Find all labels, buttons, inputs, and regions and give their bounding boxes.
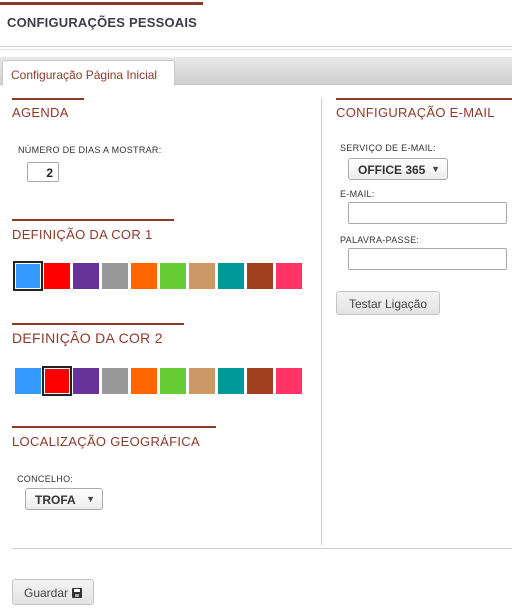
- save-button-label: Guardar: [23, 586, 69, 600]
- county-select-value: TROFA: [35, 493, 76, 507]
- county-label: CONCELHO:: [17, 474, 74, 484]
- page-header: CONFIGURAÇÕES PESSOAIS: [0, 0, 512, 50]
- color2-section-title: DEFINIÇÃO DA COR 2: [12, 330, 163, 346]
- color1-section-title: DEFINIÇÃO DA COR 1: [12, 227, 153, 242]
- save-icon: [72, 588, 83, 598]
- days-input[interactable]: 2: [27, 162, 59, 182]
- tab-home-page-settings[interactable]: Configuração Página Inicial: [2, 60, 175, 86]
- header-accent-bar: [0, 2, 203, 5]
- location-section-title: LOCALIZAÇÃO GEOGRÁFICA: [12, 434, 200, 449]
- password-label: PALAVRA-PASSE:: [340, 235, 420, 245]
- password-field[interactable]: [348, 248, 507, 270]
- color1-swatch-3[interactable]: [73, 263, 99, 289]
- email-service-value: OFFICE 365: [358, 163, 426, 177]
- color2-swatch-10[interactable]: [276, 368, 302, 394]
- color1-swatch-10[interactable]: [276, 263, 302, 289]
- color2-swatch-7[interactable]: [189, 368, 215, 394]
- footer-divider: [12, 548, 512, 549]
- color2-swatch-5[interactable]: [131, 368, 157, 394]
- test-connection-button[interactable]: Testar Ligação: [336, 291, 440, 315]
- email-section-title: CONFIGURAÇÃO E-MAIL: [336, 105, 495, 120]
- email-label: E-MAIL:: [340, 189, 375, 199]
- color1-swatch-4[interactable]: [102, 263, 128, 289]
- header-divider-secondary: [0, 49, 512, 50]
- column-divider: [321, 98, 322, 545]
- test-connection-label: Testar Ligação: [348, 297, 428, 311]
- days-label: NÚMERO DE DIAS A MOSTRAR:: [18, 145, 162, 155]
- location-accent-bar: [12, 426, 216, 428]
- chevron-down-icon: ▼: [431, 164, 440, 174]
- tab-bar: Configuração Página Inicial: [0, 57, 512, 86]
- color1-swatch-9[interactable]: [247, 263, 273, 289]
- color2-swatch-1[interactable]: [15, 368, 41, 394]
- color1-accent-bar: [12, 219, 174, 221]
- page-title: CONFIGURAÇÕES PESSOAIS: [7, 15, 198, 30]
- email-service-select[interactable]: OFFICE 365 ▼: [348, 158, 448, 180]
- color1-swatch-6[interactable]: [160, 263, 186, 289]
- save-button[interactable]: Guardar: [12, 579, 94, 605]
- color1-swatch-8[interactable]: [218, 263, 244, 289]
- color2-swatch-4[interactable]: [102, 368, 128, 394]
- county-select[interactable]: TROFA ▼: [25, 488, 103, 510]
- color2-accent-bar: [12, 323, 184, 325]
- email-field[interactable]: [348, 202, 507, 224]
- color1-swatch-1[interactable]: [13, 261, 43, 291]
- color2-swatch-3[interactable]: [73, 368, 99, 394]
- color2-swatch-2[interactable]: [42, 366, 72, 396]
- color1-swatch-7[interactable]: [189, 263, 215, 289]
- color1-swatch-2[interactable]: [44, 263, 70, 289]
- color2-swatch-6[interactable]: [160, 368, 186, 394]
- color2-swatch-row: [15, 366, 302, 396]
- header-divider: [0, 46, 512, 47]
- color2-swatch-8[interactable]: [218, 368, 244, 394]
- color2-swatch-9[interactable]: [247, 368, 273, 394]
- email-service-label: SERVIÇO DE E-MAIL:: [340, 143, 436, 153]
- chevron-down-icon: ▼: [86, 494, 95, 504]
- agenda-accent-bar: [12, 98, 84, 100]
- email-accent-bar: [336, 98, 512, 100]
- color1-swatch-row: [13, 261, 302, 291]
- agenda-section-title: AGENDA: [12, 105, 69, 120]
- color1-swatch-5[interactable]: [131, 263, 157, 289]
